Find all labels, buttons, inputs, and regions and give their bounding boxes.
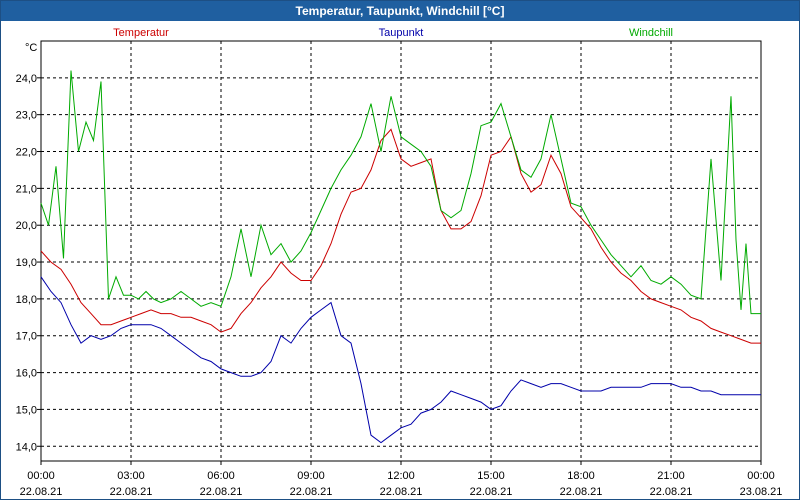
- y-tick-label: 22,0: [16, 147, 37, 159]
- y-tick-label: 14,0: [16, 441, 37, 453]
- chart-window: Temperatur, Taupunkt, Windchill [°C] 14,…: [0, 0, 800, 500]
- x-tick-label-date: 22.08.21: [20, 486, 63, 498]
- x-tick-label-time: 00:00: [27, 470, 55, 482]
- legend-temperatur: Temperatur: [113, 27, 169, 39]
- chart-svg: 14,0 15,0 16,0 17,0 18,0 19,0 20,0 21,0 22,0 23,0…: [16, 27, 783, 498]
- legend-windchill: Windchill: [629, 27, 673, 39]
- x-tick-label-date: 22.08.21: [380, 486, 423, 498]
- y-tick-label: 17,0: [16, 331, 37, 343]
- x-tick-label-time: 18:00: [567, 470, 595, 482]
- y-tick-label: 16,0: [16, 368, 37, 380]
- x-tick-label-date: 22.08.21: [650, 486, 693, 498]
- x-tick-label-time: 09:00: [297, 470, 325, 482]
- legend-taupunkt: Taupunkt: [379, 27, 424, 39]
- x-tick-label-date: 22.08.21: [110, 486, 153, 498]
- y-tick-label: 19,0: [16, 257, 37, 269]
- x-tick-label-time: 00:00: [747, 470, 775, 482]
- x-tick-label-date: 22.08.21: [290, 486, 333, 498]
- legend: Temperatur Taupunkt Windchill: [113, 27, 673, 39]
- axes: [37, 40, 762, 465]
- y-tick-label: 23,0: [16, 110, 37, 122]
- y-tick-label: 24,0: [16, 73, 37, 85]
- x-tick-label-time: 15:00: [477, 470, 505, 482]
- y-tick-label: 20,0: [16, 220, 37, 232]
- y-tick-label: 18,0: [16, 294, 37, 306]
- x-tick-label-date: 22.08.21: [470, 486, 513, 498]
- y-tick-label: 15,0: [16, 404, 37, 416]
- x-tick-label-date: 23.08.21: [740, 486, 783, 498]
- x-tick-label-time: 06:00: [207, 470, 235, 482]
- x-tick-label-time: 21:00: [657, 470, 685, 482]
- y-axis-label: °C: [25, 42, 37, 54]
- x-tick-label-time: 12:00: [387, 470, 415, 482]
- chart-panel: 14,0 15,0 16,0 17,0 18,0 19,0 20,0 21,0 22,0 23,0…: [1, 21, 799, 499]
- x-tick-label-time: 03:00: [117, 470, 145, 482]
- x-tick-label-date: 22.08.21: [200, 486, 243, 498]
- y-tick-label: 21,0: [16, 183, 37, 195]
- window-title: Temperatur, Taupunkt, Windchill [°C]: [1, 1, 799, 21]
- x-tick-label-date: 22.08.21: [560, 486, 603, 498]
- grid: [41, 41, 761, 461]
